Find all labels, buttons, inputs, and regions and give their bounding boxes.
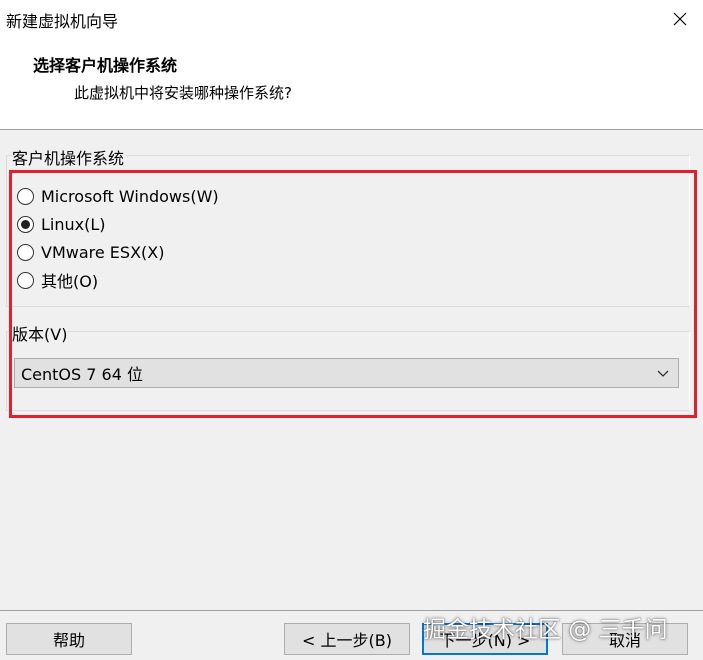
highlight-box bbox=[9, 170, 697, 418]
help-button[interactable]: 帮助 bbox=[6, 623, 132, 655]
close-icon bbox=[673, 12, 686, 26]
watermark: 掘金技术社区 @ 三千问 bbox=[423, 617, 668, 643]
page-subtitle: 此虚拟机中将安装哪种操作系统? bbox=[74, 84, 292, 102]
wizard-header: 选择客户机操作系统 此虚拟机中将安装哪种操作系统? bbox=[0, 38, 703, 129]
header-divider bbox=[0, 129, 703, 130]
page-title: 选择客户机操作系统 bbox=[33, 56, 178, 75]
back-button[interactable]: < 上一步(B) bbox=[284, 623, 410, 655]
window-title: 新建虚拟机向导 bbox=[6, 12, 119, 31]
close-button[interactable] bbox=[656, 0, 703, 38]
guest-os-group-label: 客户机操作系统 bbox=[12, 145, 127, 169]
